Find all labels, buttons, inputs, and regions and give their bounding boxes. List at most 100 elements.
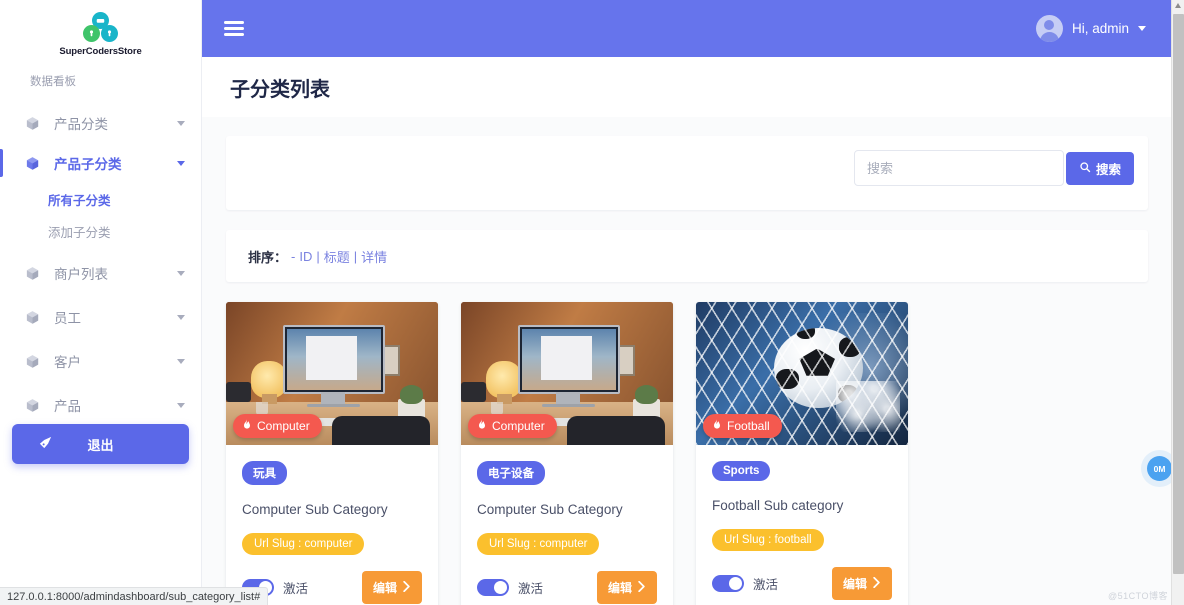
cube-icon — [22, 116, 42, 131]
chevron-right-icon — [402, 580, 411, 595]
status-toggle-group[interactable]: 激活 — [712, 574, 778, 593]
page-title: 子分类列表 — [230, 78, 330, 101]
edit-button-label: 编辑 — [842, 577, 867, 591]
sidebar-item-label: 产品子分类 — [54, 157, 122, 172]
sidebar-item-label: 员工 — [54, 311, 81, 326]
card-footer: 激活 编辑 — [477, 571, 657, 604]
user-menu[interactable]: Hi, admin — [1035, 15, 1146, 42]
slug-badge: Url Slug : computer — [242, 533, 365, 555]
cube-icon — [22, 266, 42, 281]
sidebar-item-label: 产品分类 — [54, 117, 108, 132]
sidebar-item-product[interactable]: 产品 — [0, 385, 201, 425]
search-button[interactable]: 搜索 — [1065, 152, 1134, 185]
image-badge: Computer — [468, 414, 557, 438]
dashboard-label: 数据看板 — [30, 76, 76, 88]
status-toggle[interactable] — [477, 579, 509, 596]
sidebar-subitem-label: 所有子分类 — [48, 193, 111, 208]
card-body: Sports Football Sub category Url Slug : … — [696, 445, 908, 605]
search-panel: 搜索 — [226, 136, 1148, 210]
chevron-down-icon — [1138, 26, 1146, 31]
sidebar-item-staff[interactable]: 员工 — [0, 297, 201, 337]
cube-icon — [22, 354, 42, 369]
logout-button[interactable]: 退出 — [12, 424, 189, 464]
image-badge-label: Computer — [257, 419, 310, 433]
sort-link-id[interactable]: ID — [299, 249, 312, 264]
brand-logo[interactable]: SuperCodersStore — [0, 0, 201, 57]
status-toggle-group[interactable]: 激活 — [477, 578, 543, 597]
sidebar-item-customer[interactable]: 客户 — [0, 341, 201, 381]
card-footer: 激活 编辑 — [712, 567, 892, 600]
search-input[interactable] — [853, 150, 1064, 186]
scrollbar-thumb[interactable] — [1173, 14, 1184, 574]
search-button-label: 搜索 — [1095, 163, 1121, 177]
cube-icon — [22, 156, 42, 171]
fire-icon — [242, 418, 252, 434]
sidebar-subitem-all-subcategories[interactable]: 所有子分类 — [0, 183, 201, 215]
chat-widget-button[interactable]: 0M — [1147, 456, 1172, 481]
chevron-down-icon — [177, 402, 185, 408]
tag-icon — [38, 435, 53, 453]
cube-icon — [22, 398, 42, 413]
chevron-right-icon — [872, 576, 881, 591]
slug-badge: Url Slug : computer — [477, 533, 600, 555]
image-badge: Football — [703, 414, 782, 438]
brand-name: SuperCodersStore — [59, 46, 142, 57]
category-badge: Sports — [712, 461, 771, 481]
sidebar-nav: 产品分类 产品子分类 所有子分类 添加子分类 商户列表 员工 客户 产品 — [0, 103, 201, 425]
card-body: 电子设备 Computer Sub Category Url Slug : co… — [461, 445, 673, 605]
subcategory-card[interactable]: Computer 玩具 Computer Sub Category Url Sl… — [226, 302, 438, 605]
watermark: @51CTO博客 — [1108, 591, 1168, 601]
browser-status-bar: 127.0.0.1:8000/admindashboard/sub_catego… — [0, 587, 269, 605]
slug-badge: Url Slug : football — [712, 529, 824, 551]
hamburger-icon[interactable] — [224, 18, 244, 40]
sort-link-title[interactable]: 标题 — [324, 247, 350, 266]
page-scrollbar[interactable] — [1171, 0, 1184, 605]
edit-button[interactable]: 编辑 — [831, 567, 892, 600]
fire-icon — [477, 418, 487, 434]
main-content: Hi, admin 子分类列表 搜索 排序： - ID — [202, 0, 1184, 605]
status-toggle-label: 激活 — [518, 582, 544, 596]
chevron-down-icon — [177, 270, 185, 276]
chevron-right-icon — [637, 580, 646, 595]
card-title: Computer Sub Category — [242, 502, 388, 517]
image-badge: Computer — [233, 414, 322, 438]
sidebar-item-product-category[interactable]: 产品分类 — [0, 103, 201, 143]
edit-button[interactable]: 编辑 — [596, 571, 657, 604]
status-toggle[interactable] — [712, 575, 744, 592]
sort-separator: | — [316, 248, 320, 264]
topbar: Hi, admin — [202, 0, 1172, 57]
status-toggle-label: 激活 — [283, 582, 309, 596]
status-url: 127.0.0.1:8000/admindashboard/sub_catego… — [7, 590, 261, 603]
edit-button[interactable]: 编辑 — [361, 571, 422, 604]
card-title: Computer Sub Category — [477, 502, 623, 517]
status-toggle-label: 激活 — [753, 578, 779, 592]
sidebar-subitem-add-subcategory[interactable]: 添加子分类 — [0, 215, 201, 247]
sort-panel: 排序： - ID | 标题 | 详情 — [226, 230, 1148, 282]
image-badge-label: Computer — [492, 419, 545, 433]
scroll-up-arrow-icon[interactable] — [1175, 3, 1181, 8]
subcategory-card[interactable]: Computer 电子设备 Computer Sub Category Url … — [461, 302, 673, 605]
sidebar-item-product-subcategory[interactable]: 产品子分类 — [0, 143, 201, 183]
page-title-bar: 子分类列表 — [202, 57, 1172, 117]
sort-label: 排序： — [248, 249, 288, 265]
chevron-down-icon — [177, 314, 185, 320]
sidebar: SuperCodersStore 数据看板 产品分类 产品子分类 所有子分类 添… — [0, 0, 202, 605]
chevron-down-icon — [177, 120, 185, 126]
cube-icon — [22, 310, 42, 325]
logout-label: 退出 — [87, 437, 114, 453]
subcategory-card-list: Computer 玩具 Computer Sub Category Url Sl… — [226, 302, 908, 605]
user-greeting: Hi, admin — [1071, 21, 1129, 36]
sidebar-item-merchant-list[interactable]: 商户列表 — [0, 253, 201, 293]
search-row: 搜索 — [853, 150, 1134, 186]
chat-widget-label: 0M — [1153, 463, 1166, 474]
edit-button-label: 编辑 — [372, 581, 397, 595]
card-body: 玩具 Computer Sub Category Url Slug : comp… — [226, 445, 438, 605]
sort-separator: | — [353, 248, 358, 264]
sort-link-detail[interactable]: 详情 — [361, 247, 387, 266]
subcategory-card[interactable]: Football Sports Football Sub category Ur… — [696, 302, 908, 605]
chevron-down-icon — [177, 160, 185, 166]
sidebar-subitem-label: 添加子分类 — [48, 225, 111, 240]
fire-icon — [712, 418, 722, 434]
edit-button-label: 编辑 — [607, 581, 632, 595]
sidebar-item-label: 产品 — [54, 399, 81, 414]
